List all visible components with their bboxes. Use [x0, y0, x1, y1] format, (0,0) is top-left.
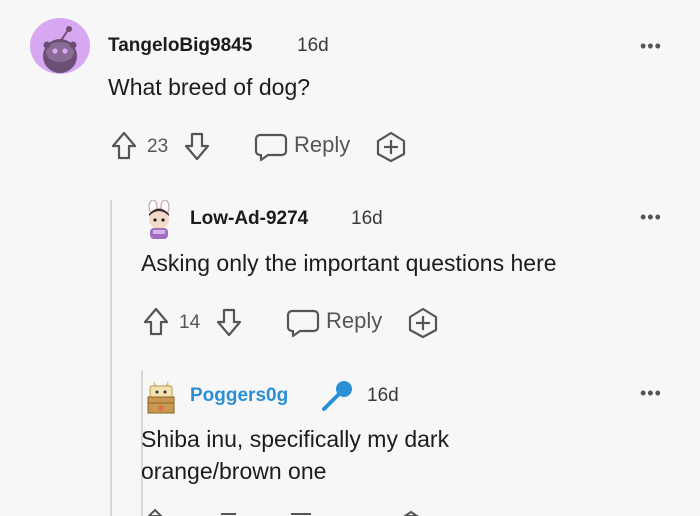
more-options-icon[interactable]: •••: [640, 207, 662, 228]
upvote-icon: [111, 131, 137, 160]
vote-count: 14: [179, 312, 201, 333]
comment-username[interactable]: Low-Ad-9274: [190, 208, 308, 230]
award-button[interactable]: [374, 131, 408, 163]
more-options-icon[interactable]: •••: [640, 36, 662, 57]
more-options-icon[interactable]: •••: [640, 383, 662, 404]
upvote-button[interactable]: [142, 306, 170, 338]
box-cat-avatar-icon: [147, 381, 175, 414]
upvote-icon: [143, 307, 169, 336]
award-plus-icon: [408, 307, 438, 339]
comment-username[interactable]: Poggers0g: [190, 385, 288, 407]
downvote-icon: [216, 308, 242, 337]
avatar[interactable]: [144, 377, 178, 415]
award-button[interactable]: [406, 307, 440, 339]
action-row-partial: [141, 508, 441, 516]
downvote-button[interactable]: [215, 306, 243, 338]
avatar[interactable]: [142, 200, 176, 240]
speech-bubble-icon: [254, 133, 288, 162]
thread-line: [110, 200, 112, 516]
reply-label: Reply: [326, 308, 383, 333]
speech-bubble-icon: [286, 309, 320, 338]
upvote-button[interactable]: [110, 130, 138, 162]
comment-text: Asking only the important questions here: [141, 250, 557, 276]
comment-username[interactable]: TangeloBig9845: [108, 35, 252, 57]
comment-timestamp: 16d: [297, 35, 329, 56]
comment-text: What breed of dog?: [108, 74, 311, 100]
award-plus-icon: [376, 131, 406, 163]
avatar[interactable]: [30, 18, 90, 74]
comment-timestamp: 16d: [367, 385, 399, 406]
vote-count: 23: [147, 136, 169, 157]
reply-label: Reply: [294, 132, 351, 157]
comment-timestamp: 16d: [351, 208, 383, 229]
comment-text-line: Shiba inu, specifically my dark: [141, 426, 450, 452]
comment-text-line: orange/brown one: [141, 458, 327, 484]
bunny-hat-avatar-icon: [148, 200, 170, 239]
downvote-icon: [184, 132, 210, 161]
snoo-default-avatar-icon: [43, 26, 77, 73]
downvote-button[interactable]: [183, 130, 211, 162]
microphone-icon: [320, 378, 356, 412]
